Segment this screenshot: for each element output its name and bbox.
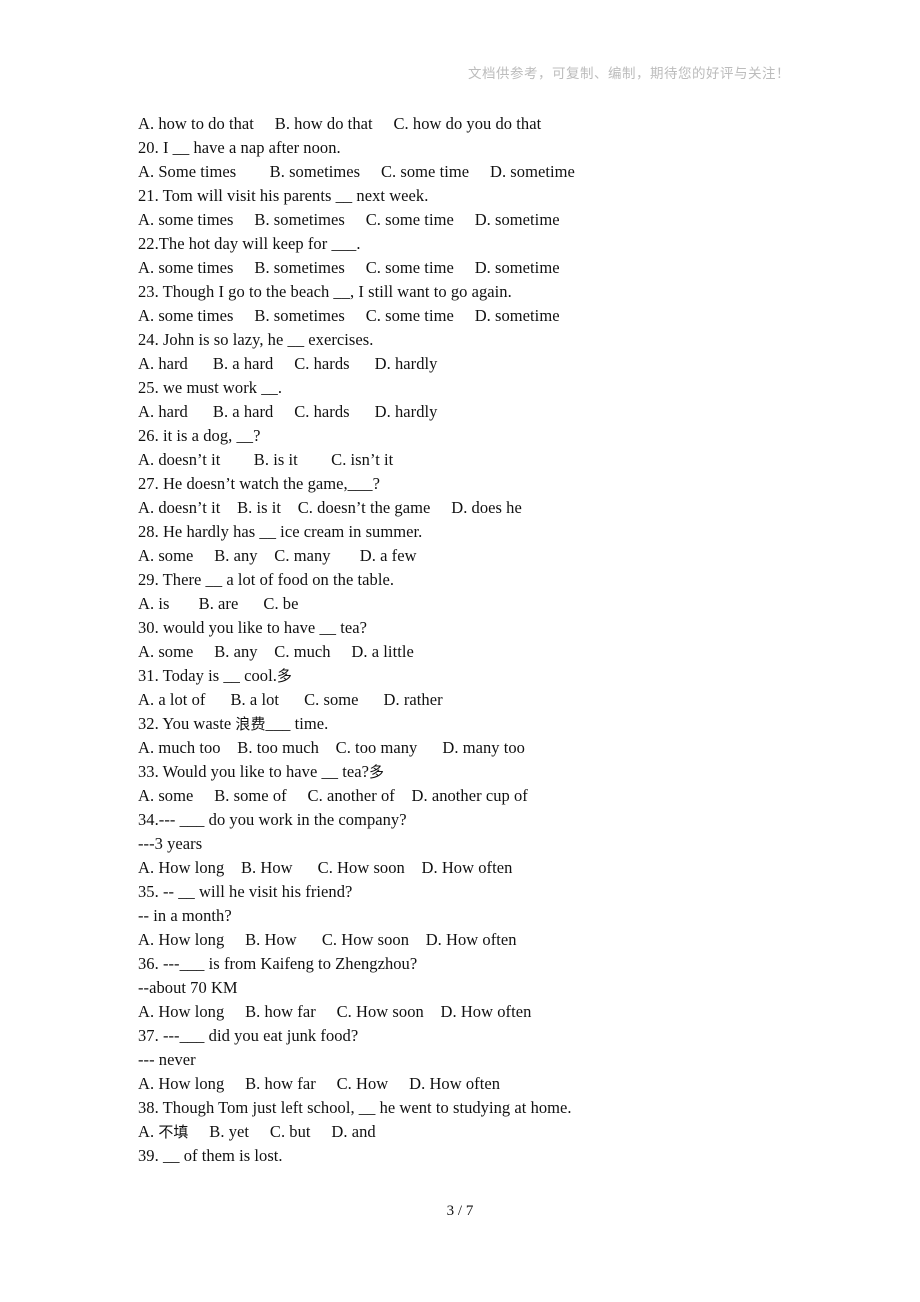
document-line: 21. Tom will visit his parents __ next w… bbox=[138, 186, 429, 205]
document-line: 20. I __ have a nap after noon. bbox=[138, 138, 341, 157]
document-line: 33. Would you like to have __ tea?多 bbox=[138, 762, 385, 781]
document-line: A. doesn’t it B. is it C. doesn’t the ga… bbox=[138, 498, 522, 517]
document-line: A. hard B. a hard C. hards D. hardly bbox=[138, 354, 438, 373]
document-body: A. how to do that B. how do that C. how … bbox=[138, 112, 838, 1168]
document-line: 35. -- __ will he visit his friend? bbox=[138, 882, 353, 901]
document-line: ---3 years bbox=[138, 834, 203, 853]
cjk-text: 浪费 bbox=[235, 715, 266, 733]
document-line: 22.The hot day will keep for ___. bbox=[138, 234, 361, 253]
document-line: 39. __ of them is lost. bbox=[138, 1146, 283, 1165]
document-line: 31. Today is __ cool.多 bbox=[138, 666, 292, 685]
document-line: --about 70 KM bbox=[138, 978, 238, 997]
document-line: A. Some times B. sometimes C. some time … bbox=[138, 162, 575, 181]
document-page: 文档供参考，可复制、编制，期待您的好评与关注！ A. how to do tha… bbox=[0, 0, 920, 1302]
document-line: 28. He hardly has __ ice cream in summer… bbox=[138, 522, 423, 541]
document-line: A. some times B. sometimes C. some time … bbox=[138, 306, 560, 325]
document-line: A. some times B. sometimes C. some time … bbox=[138, 258, 560, 277]
document-line: 27. He doesn’t watch the game,___? bbox=[138, 474, 380, 493]
document-line: A. doesn’t it B. is it C. isn’t it bbox=[138, 450, 394, 469]
document-line: A. how to do that B. how do that C. how … bbox=[138, 114, 542, 133]
document-line: 30. would you like to have __ tea? bbox=[138, 618, 367, 637]
document-line: A. a lot of B. a lot C. some D. rather bbox=[138, 690, 443, 709]
document-line: A. How long B. how far C. How D. How oft… bbox=[138, 1074, 501, 1093]
document-line: 34.--- ___ do you work in the company? bbox=[138, 810, 407, 829]
cjk-text: 不填 bbox=[158, 1123, 189, 1141]
document-line: A. How long B. How C. How soon D. How of… bbox=[138, 930, 517, 949]
cjk-text: 多 bbox=[369, 763, 385, 781]
document-line: 36. ---___ is from Kaifeng to Zhengzhou? bbox=[138, 954, 418, 973]
document-line: -- in a month? bbox=[138, 906, 232, 925]
document-line: 26. it is a dog, __? bbox=[138, 426, 261, 445]
document-line: 25. we must work __. bbox=[138, 378, 282, 397]
document-line: --- never bbox=[138, 1050, 196, 1069]
document-line: A. How long B. how far C. How soon D. Ho… bbox=[138, 1002, 532, 1021]
document-header-note: 文档供参考，可复制、编制，期待您的好评与关注！ bbox=[468, 66, 790, 82]
document-line: A. How long B. How C. How soon D. How of… bbox=[138, 858, 513, 877]
document-line: A. some B. any C. much D. a little bbox=[138, 642, 414, 661]
document-line: A. some B. any C. many D. a few bbox=[138, 546, 417, 565]
cjk-text: 多 bbox=[276, 667, 292, 685]
document-line: 32. You waste 浪费___ time. bbox=[138, 714, 329, 733]
document-line: 29. There __ a lot of food on the table. bbox=[138, 570, 395, 589]
document-line: A. some times B. sometimes C. some time … bbox=[138, 210, 560, 229]
document-line: 37. ---___ did you eat junk food? bbox=[138, 1026, 359, 1045]
document-line: 38. Though Tom just left school, __ he w… bbox=[138, 1098, 572, 1117]
document-line: A. is B. are C. be bbox=[138, 594, 299, 613]
page-number-footer: 3 / 7 bbox=[446, 1203, 474, 1219]
document-line: A. hard B. a hard C. hards D. hardly bbox=[138, 402, 438, 421]
document-line: A. 不填 B. yet C. but D. and bbox=[138, 1122, 376, 1141]
document-line: A. much too B. too much C. too many D. m… bbox=[138, 738, 525, 757]
document-line: 24. John is so lazy, he __ exercises. bbox=[138, 330, 374, 349]
document-line: 23. Though I go to the beach __, I still… bbox=[138, 282, 512, 301]
document-line: A. some B. some of C. another of D. anot… bbox=[138, 786, 528, 805]
